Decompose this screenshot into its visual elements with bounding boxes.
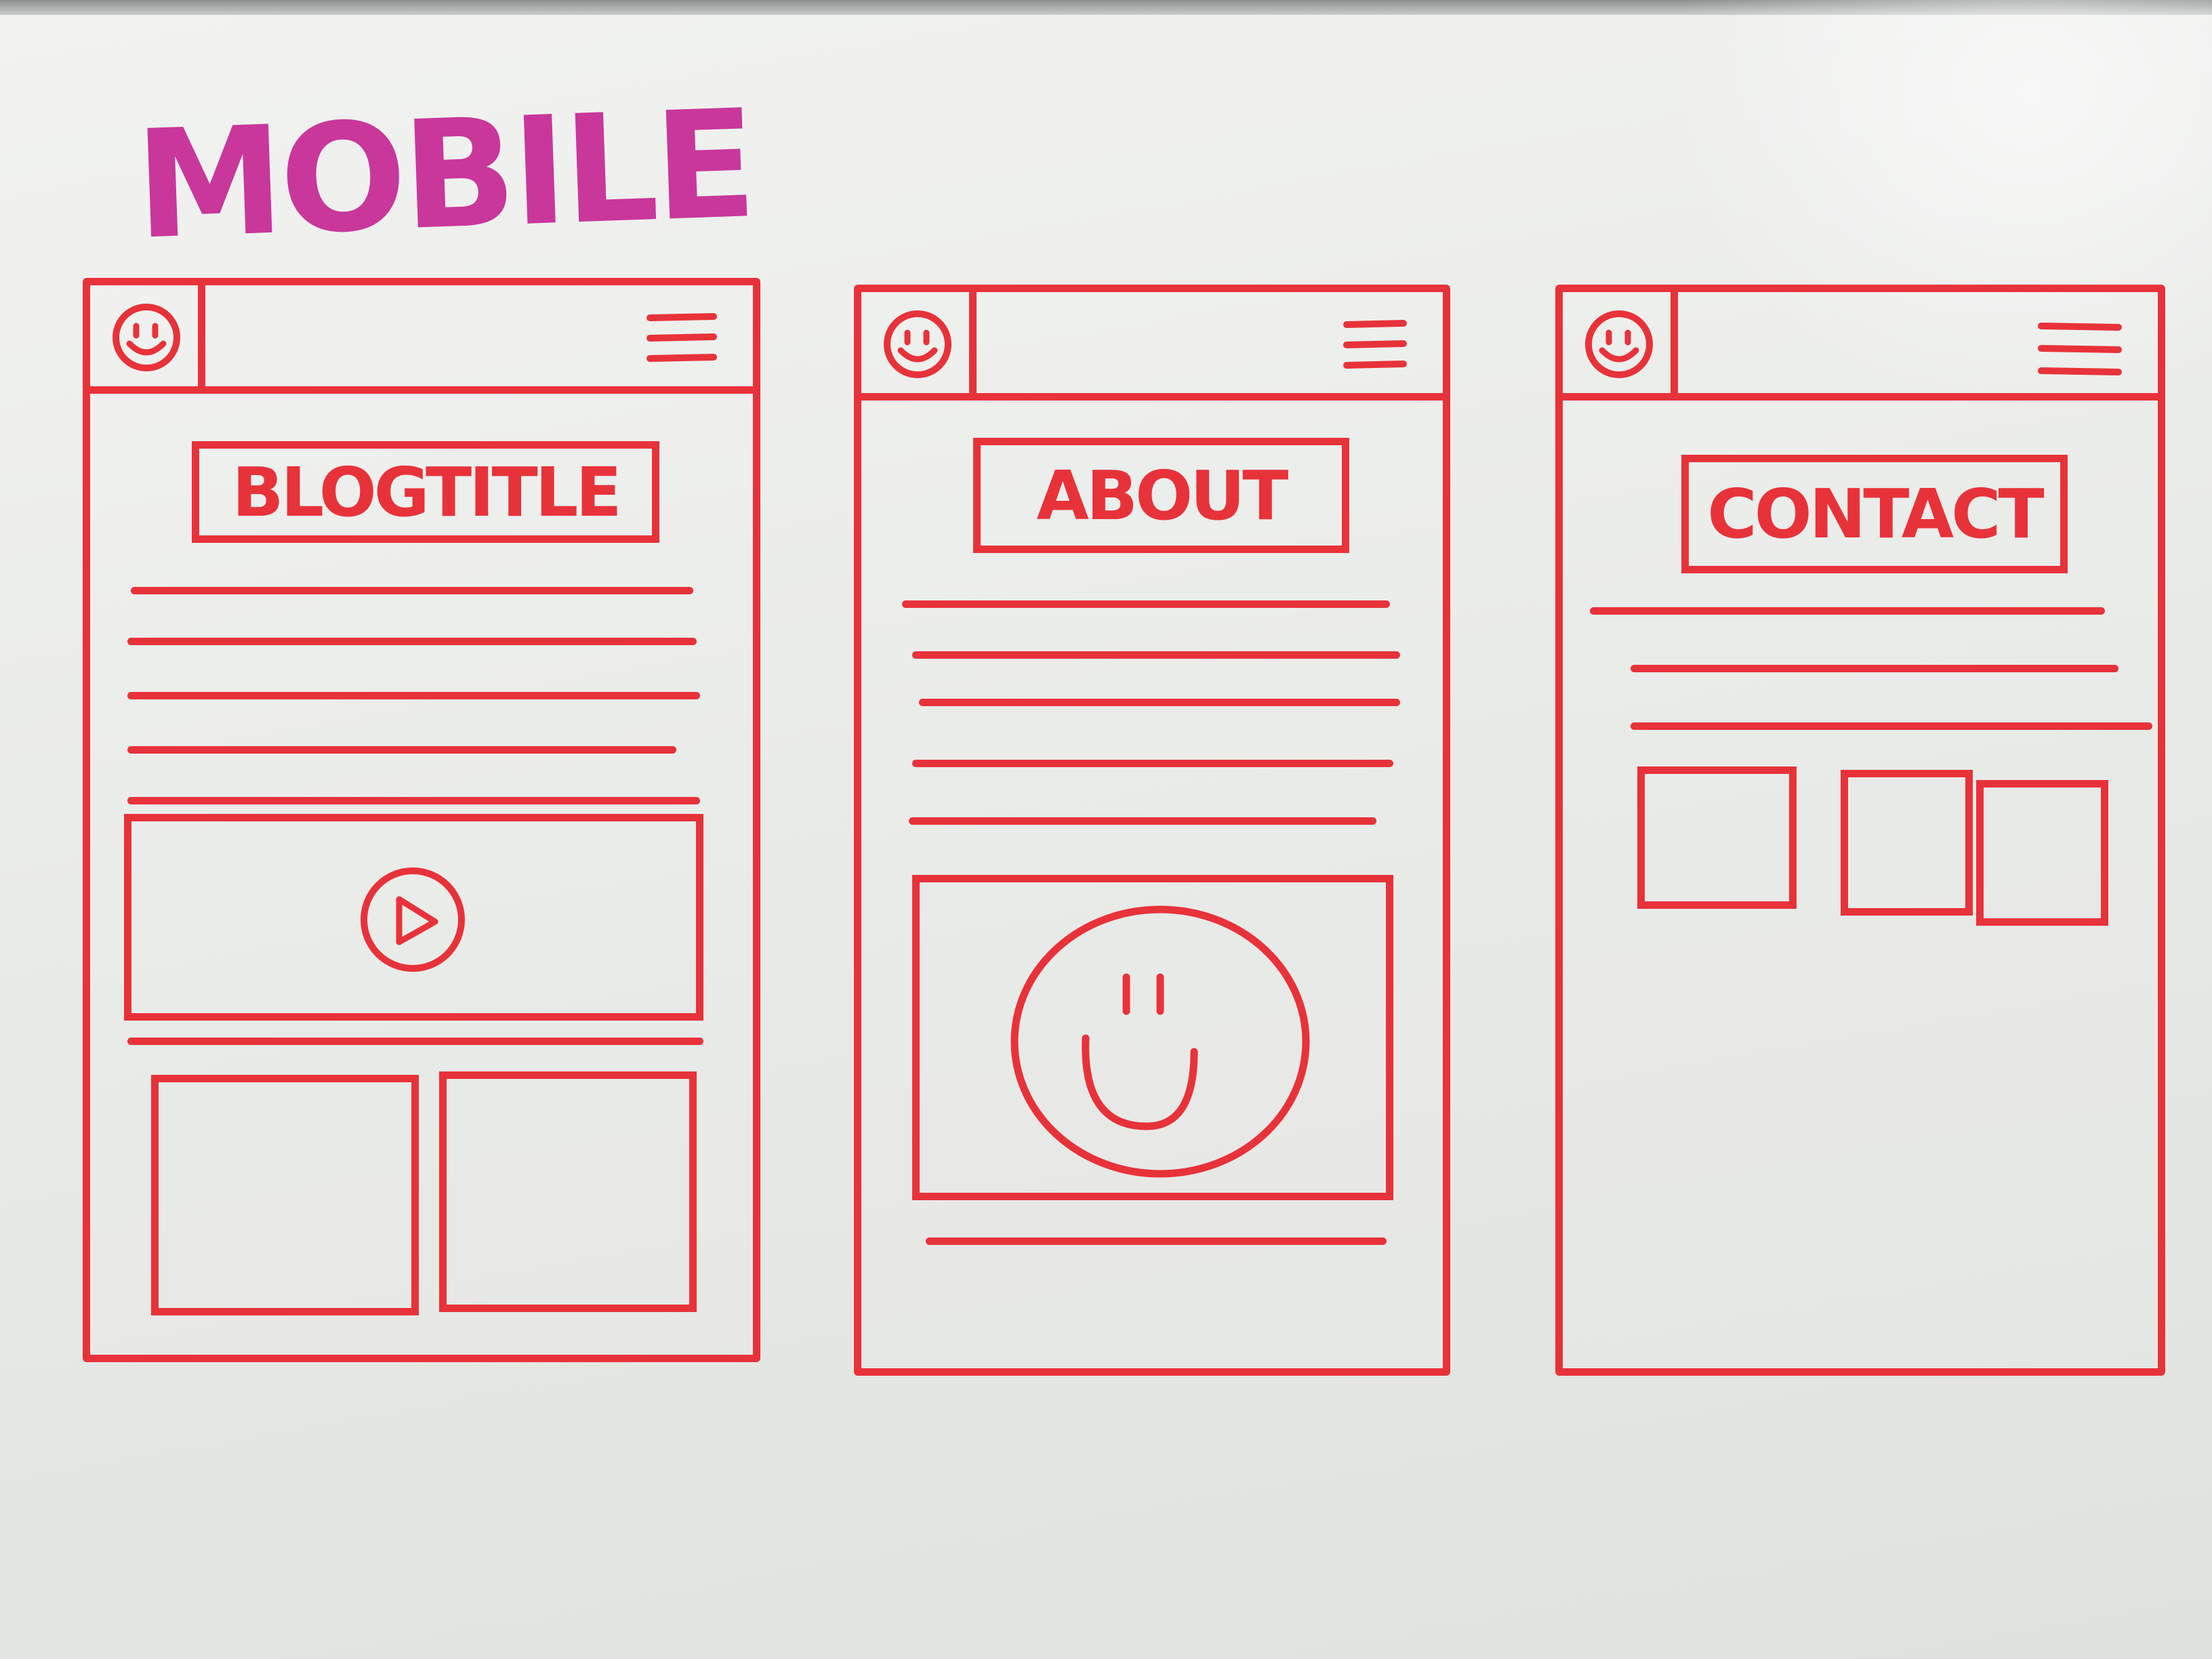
hamburger-menu-icon[interactable] [644,311,719,365]
smiley-icon [1585,310,1653,378]
image-tile[interactable] [151,1075,419,1315]
whiteboard: MOBILE BLOGTITLE ABOUT CONTACT [0,0,2212,1659]
text-line [926,1237,1387,1245]
logo[interactable] [861,292,977,393]
app-header [90,285,753,394]
text-line [131,587,693,594]
text-line [909,817,1376,825]
page-title: ABOUT [973,438,1349,553]
heading: MOBILE [132,77,756,272]
logo[interactable] [1563,292,1678,393]
text-line [127,638,697,645]
text-line [127,797,700,804]
text-line [1590,607,2105,615]
smiley-icon [1010,905,1310,1178]
text-line [1631,722,2152,730]
image-tile[interactable] [1637,766,1797,909]
page-title: BLOGTITLE [192,441,659,543]
hamburger-menu-icon[interactable] [2036,318,2124,379]
text-line [127,1038,703,1045]
video-player[interactable] [124,814,703,1021]
text-line [127,746,676,754]
smiley-icon [112,304,180,371]
play-icon[interactable] [355,862,470,977]
profile-image[interactable] [912,875,1393,1200]
text-line [912,651,1400,659]
image-tile[interactable] [1976,780,2108,926]
screen-contact: CONTACT [1555,285,2165,1376]
smiley-icon [884,310,951,378]
screen-blog: BLOGTITLE [83,278,760,1362]
text-line [919,699,1400,706]
hamburger-menu-icon[interactable] [1341,318,1409,372]
screen-about: ABOUT [854,285,1450,1376]
image-tile[interactable] [439,1071,697,1312]
text-line [912,760,1393,767]
page-title: CONTACT [1681,455,2068,573]
logo[interactable] [90,285,205,386]
text-line [127,692,700,699]
text-line [902,600,1390,608]
image-tile[interactable] [1841,770,1973,916]
text-line [1631,665,2118,672]
app-header [1563,292,2158,401]
app-header [861,292,1443,401]
